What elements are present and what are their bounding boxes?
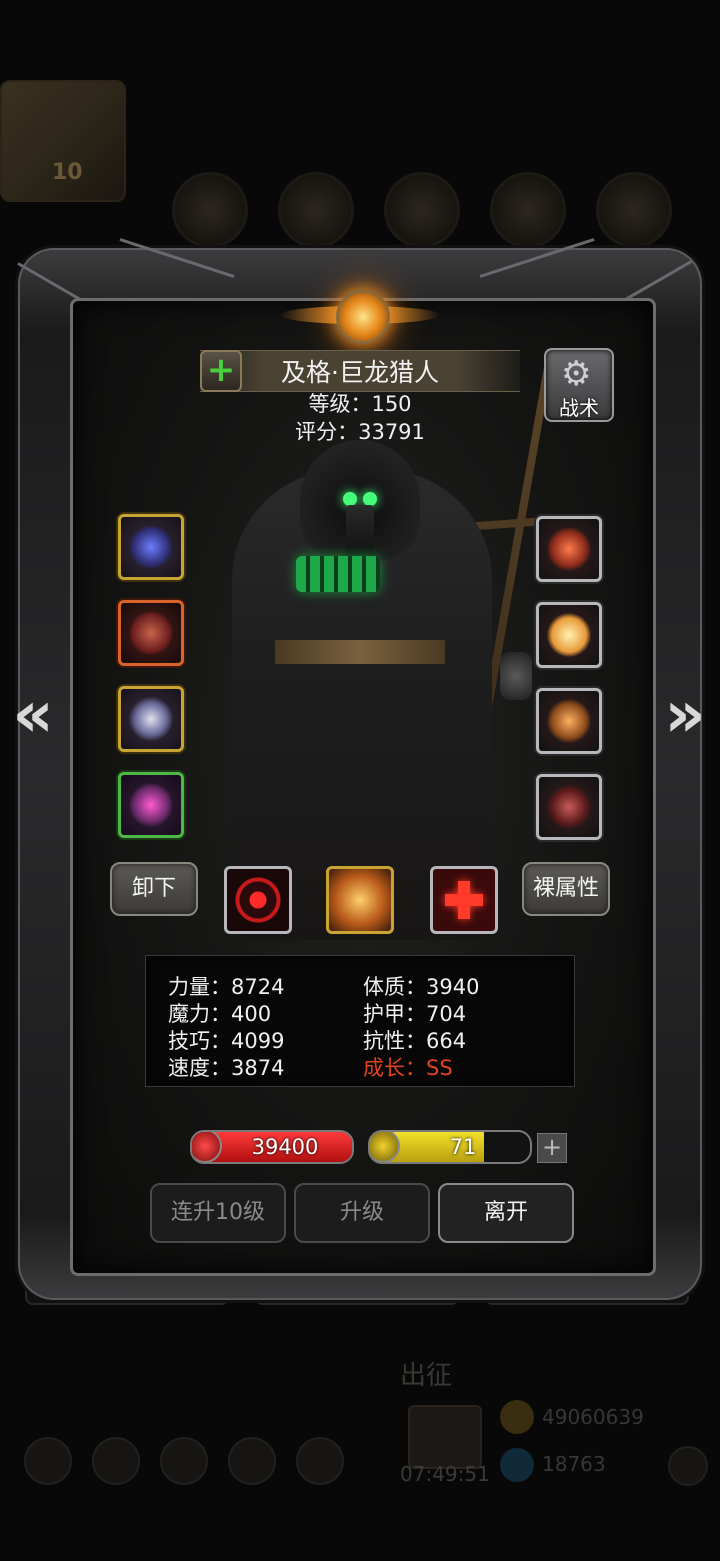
equip-slot-weapon[interactable] <box>118 514 184 580</box>
unequip-button[interactable]: 卸下 <box>110 862 198 916</box>
iron-resource-icon <box>596 172 672 248</box>
equip-slot-ring[interactable] <box>118 686 184 752</box>
add-hero-button[interactable]: + <box>200 350 242 392</box>
base-attributes-button[interactable]: 裸属性 <box>522 862 610 916</box>
stat-strength: 力量：8724 <box>168 975 285 999</box>
gift-box-icon <box>408 1405 482 1469</box>
glowing-orb-icon <box>547 613 591 657</box>
nav-icon <box>92 1437 140 1485</box>
tactics-button[interactable]: ⚙ 战术 <box>544 348 614 422</box>
stat-speed: 速度：3874 <box>168 1056 285 1080</box>
hero-lantern <box>500 652 532 700</box>
dragon-skill-icon[interactable] <box>326 866 394 934</box>
equip-slot-accessory-4[interactable] <box>536 774 602 840</box>
timer: 07:49:51 <box>400 1462 490 1486</box>
hero-name: 及格·巨龙猎人 <box>281 358 439 387</box>
hero-eye <box>343 492 357 506</box>
equip-slot-accessory-3[interactable] <box>536 688 602 754</box>
nav-icon <box>296 1437 344 1485</box>
sun-emblem-icon <box>336 290 390 344</box>
hp-value: 39400 <box>251 1135 319 1159</box>
nav-icon <box>160 1437 208 1485</box>
stat-constitution: 体质：3940 <box>363 975 480 999</box>
stat-skill: 技巧：4099 <box>168 1029 285 1053</box>
tactics-label: 战术 <box>559 396 599 420</box>
equip-slot-accessory-2[interactable] <box>536 602 602 668</box>
hero-eye <box>363 492 377 506</box>
stat-growth: 成长：SS <box>363 1056 453 1080</box>
sortie-label: 出征 <box>400 1361 453 1391</box>
crystal-resource-icon <box>490 172 566 248</box>
red-seal-icon[interactable] <box>224 866 292 934</box>
horn-icon <box>547 785 591 829</box>
wood-resource-icon <box>278 172 354 248</box>
hero-level: 等级：150 <box>308 392 412 416</box>
leave-button[interactable]: 离开 <box>438 1183 574 1243</box>
add-energy-button[interactable]: + <box>537 1133 567 1163</box>
red-cross-icon[interactable] <box>430 866 498 934</box>
stat-resistance: 抗性：664 <box>363 1029 467 1053</box>
level-up-button[interactable]: 升级 <box>294 1183 430 1243</box>
gold-value: 49060639 <box>542 1405 644 1429</box>
gem-value: 18763 <box>542 1452 606 1476</box>
previous-hero-arrow-icon[interactable]: « <box>8 680 58 750</box>
next-hero-arrow-icon[interactable]: » <box>660 680 710 750</box>
gear-icon: ⚙ <box>561 354 592 394</box>
hero-belt <box>275 640 445 664</box>
gem-icon <box>500 1448 534 1482</box>
pistol-icon <box>129 525 173 569</box>
nav-icon <box>228 1437 276 1485</box>
stats-panel: 力量：8724 魔力：400 技巧：4099 速度：3874 体质：3940 护… <box>145 955 575 1087</box>
energy-bar: 71 <box>368 1130 532 1164</box>
hero-vials <box>296 556 380 592</box>
flame-claw-icon <box>547 527 591 571</box>
bread-resource-icon <box>172 172 248 248</box>
level-up-10-button[interactable]: 连升10级 <box>150 1183 286 1243</box>
dragon-armor-icon <box>129 611 173 655</box>
lantern-icon <box>547 699 591 743</box>
resource-bar: 10 9771918 1812719 240284 3677887 392150… <box>0 80 720 273</box>
player-avatar[interactable]: 10 <box>0 80 126 202</box>
equip-slot-helm[interactable] <box>118 772 184 838</box>
crown-ring-icon <box>129 697 173 741</box>
add-icon <box>668 1446 708 1486</box>
player-level: 10 <box>52 160 83 185</box>
equip-slot-accessory-1[interactable] <box>536 516 602 582</box>
hp-bar: 39400 <box>190 1130 354 1164</box>
hero-score: 评分：33791 <box>295 420 425 444</box>
stat-magic: 魔力：400 <box>168 1002 272 1026</box>
gold-coin-icon <box>500 1400 534 1434</box>
stat-armor: 护甲：704 <box>363 1002 467 1026</box>
equip-slot-armor[interactable] <box>118 600 184 666</box>
nav-icon <box>24 1437 72 1485</box>
demon-helm-icon <box>129 783 173 827</box>
stone-resource-icon <box>384 172 460 248</box>
energy-value: 71 <box>449 1135 477 1159</box>
